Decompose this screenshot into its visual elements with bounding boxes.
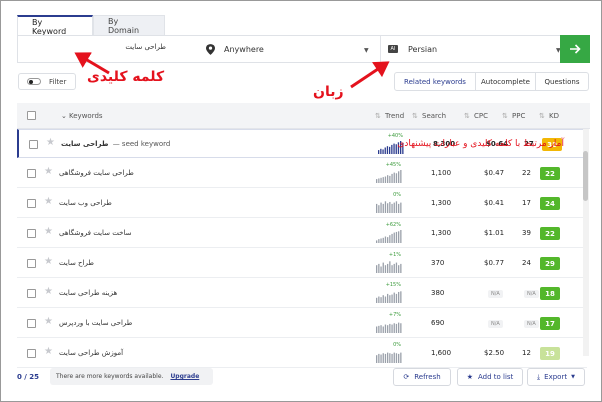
app-frame: By Keyword By Domain Anywhere ▼ AI Persi…: [0, 0, 602, 402]
annotation-language: زبان: [313, 84, 344, 100]
annotation-stats: آمار مرتبط با کلمه کلیدی و عبارات پیشنها…: [397, 139, 564, 149]
annotation-arrows: [74, 52, 390, 89]
annotation-keyword: کلمه کلیدی: [87, 69, 165, 85]
language-arrow: [350, 61, 390, 89]
